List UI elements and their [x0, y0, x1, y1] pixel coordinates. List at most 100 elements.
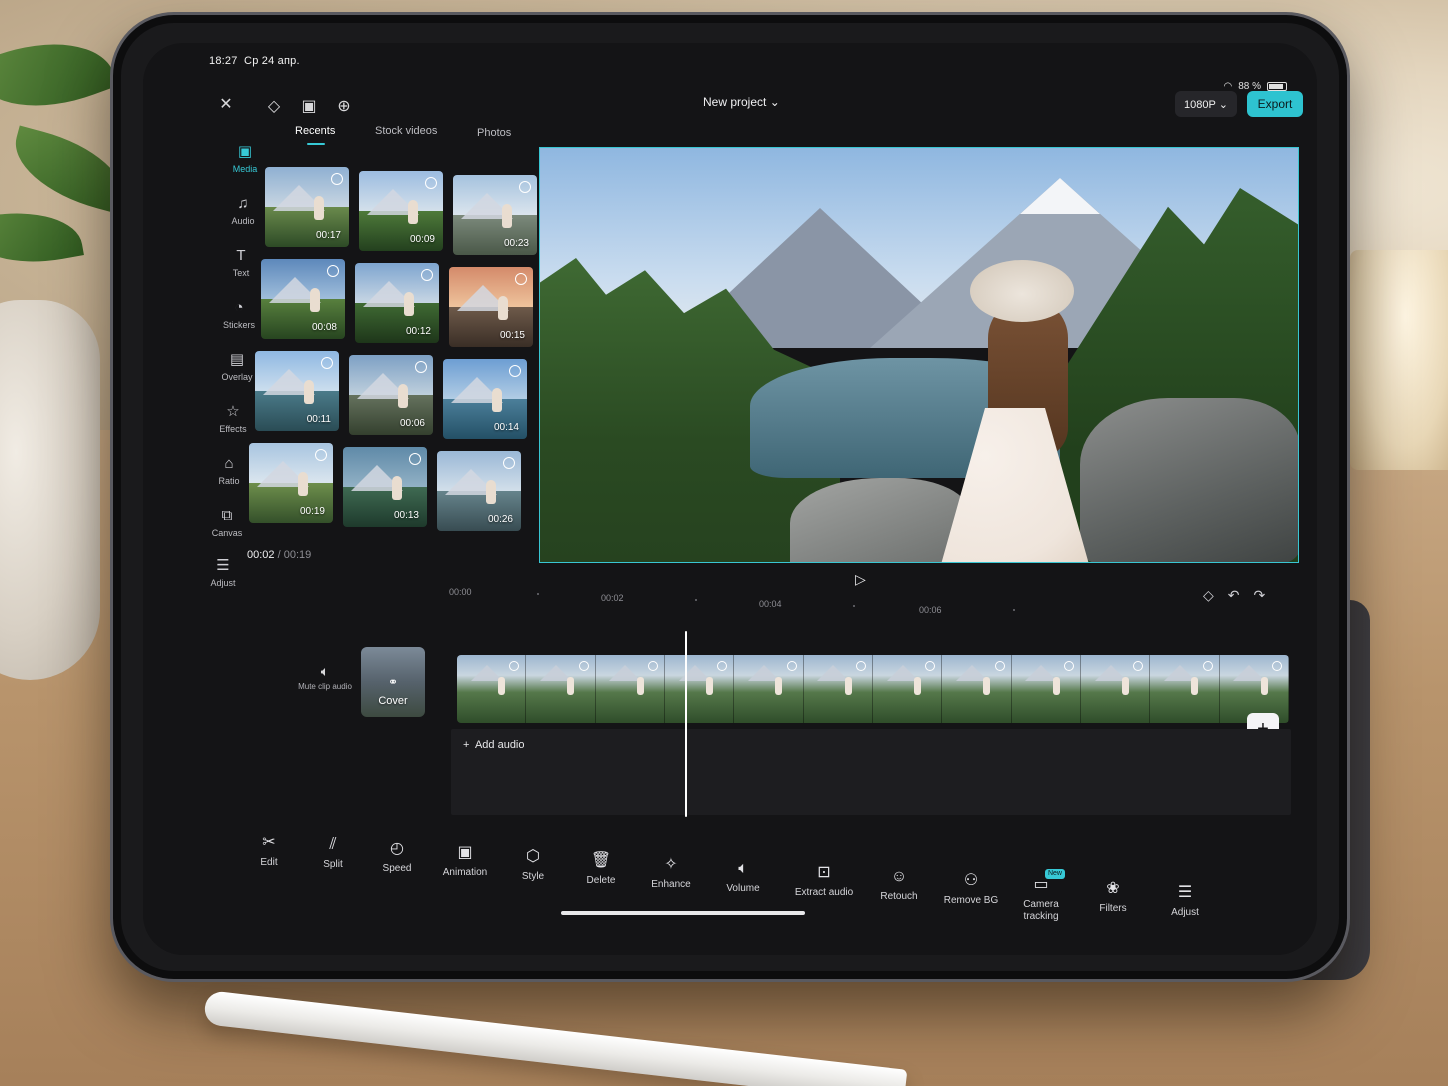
media-thumbnail[interactable]: 00:19 [249, 443, 333, 523]
filters-button[interactable]: ❀ Filters [1077, 879, 1149, 915]
select-circle-icon[interactable] [1202, 661, 1213, 671]
clip-frame[interactable] [734, 655, 804, 723]
media-thumbnail[interactable]: 00:06 [349, 355, 433, 435]
clip-frame[interactable] [1150, 655, 1220, 723]
select-circle-icon[interactable] [855, 661, 866, 671]
clip-duration: 00:23 [503, 238, 529, 249]
media-thumbnail[interactable]: 00:09 [359, 171, 443, 251]
select-circle-icon[interactable] [519, 181, 531, 193]
select-circle-icon[interactable] [994, 661, 1005, 671]
select-circle-icon[interactable] [415, 361, 427, 373]
add-effect-icon[interactable]: ⊕ [333, 95, 355, 117]
delete-button[interactable]: 🗑︎ Delete [565, 851, 637, 887]
tool-label: Adjust [1171, 907, 1199, 918]
clip-frame[interactable] [1011, 655, 1081, 723]
export-button[interactable]: Export [1247, 91, 1303, 117]
clip-frame[interactable] [872, 655, 943, 723]
tablet-device: 18:27 Ср 24 апр. ◠ 88 % ✕ ◇ ▣ ⊕ New proj… [110, 12, 1350, 982]
ruler-tick-label: 00:02 [601, 593, 624, 603]
clock-time: 18:27 [209, 55, 238, 67]
select-circle-icon[interactable] [1271, 661, 1282, 671]
play-icon[interactable]: ▷ [855, 571, 866, 588]
auto-cut-icon[interactable]: ▣ [298, 95, 320, 117]
select-circle-icon[interactable] [409, 453, 421, 465]
select-circle-icon[interactable] [331, 173, 343, 185]
edit-button[interactable]: ✂ Edit [233, 833, 305, 869]
template-icon[interactable]: ◇ [263, 95, 285, 117]
select-circle-icon[interactable] [786, 661, 797, 671]
select-circle-icon[interactable] [717, 661, 728, 671]
select-circle-icon[interactable] [578, 661, 589, 671]
select-circle-icon[interactable] [515, 273, 527, 285]
add-audio-label: Add audio [474, 739, 525, 751]
tab-recents[interactable]: Recents [295, 125, 335, 145]
playhead[interactable] [685, 631, 687, 817]
audio-track[interactable]: + Add audio [451, 729, 1291, 815]
video-track[interactable] [457, 655, 1289, 723]
media-thumbnail[interactable]: 00:12 [355, 263, 439, 343]
scissors-icon: ✂ [262, 834, 276, 851]
select-circle-icon[interactable] [425, 177, 437, 189]
select-circle-icon[interactable] [647, 661, 658, 671]
mute-clip-audio-button[interactable]: 🔈︎ Mute clip audio [297, 663, 353, 691]
select-circle-icon[interactable] [327, 265, 339, 277]
style-icon: ⬡ [526, 848, 540, 865]
ruler-tick-label: 00:00 [449, 587, 472, 597]
remove-bg-button[interactable]: ⚇ Remove BG [935, 871, 1007, 907]
select-circle-icon[interactable] [509, 365, 521, 377]
select-circle-icon[interactable] [925, 661, 936, 671]
link-icon: ⚭ [387, 675, 399, 689]
tab-stock-videos[interactable]: Stock videos [375, 125, 437, 137]
clip-duration: 00:17 [315, 230, 341, 241]
select-circle-icon[interactable] [1133, 661, 1144, 671]
sidebar-item-adjust[interactable]: ☰ Adjust [191, 557, 255, 601]
video-preview[interactable] [539, 147, 1299, 563]
clip-duration: 00:26 [487, 514, 513, 525]
media-thumbnail[interactable]: 00:11 [255, 351, 339, 431]
tab-photos[interactable]: Photos [477, 127, 511, 139]
select-circle-icon[interactable] [421, 269, 433, 281]
media-thumbnail[interactable]: 00:15 [449, 267, 533, 347]
media-thumbnail[interactable]: 00:08 [261, 259, 345, 339]
media-thumbnail[interactable]: 00:14 [443, 359, 527, 439]
retouch-button[interactable]: ☺ Retouch [863, 867, 935, 903]
resolution-button[interactable]: 1080P ⌄ [1175, 91, 1237, 117]
adjust-button[interactable]: ☰ Adjust [1149, 883, 1221, 919]
tool-label: Volume [726, 883, 760, 894]
media-thumbnail[interactable]: 00:23 [453, 175, 537, 255]
project-title[interactable]: New project ⌄ [703, 95, 780, 109]
clip-frame[interactable] [942, 655, 1012, 723]
redo-icon[interactable]: ↷ [1254, 587, 1266, 604]
cover-button[interactable]: ⚭ Cover [361, 647, 425, 717]
capcut-logo-icon[interactable]: ✕ [215, 93, 237, 115]
camera-tracking-button[interactable]: ▭ New Camera tracking [1005, 869, 1077, 923]
volume-button[interactable]: 🔈︎ Volume [707, 859, 779, 895]
keyframe-icon[interactable]: ◇ [1203, 587, 1214, 604]
select-circle-icon[interactable] [1063, 661, 1074, 671]
extract-audio-button[interactable]: ⊡ Extract audio [779, 863, 869, 899]
add-audio-button[interactable]: + Add audio [463, 739, 525, 751]
animation-button[interactable]: ▣ Animation [429, 843, 501, 879]
enhance-button[interactable]: ✧ Enhance [635, 855, 707, 891]
split-button[interactable]: ⫽ Split [297, 835, 369, 871]
select-circle-icon[interactable] [321, 357, 333, 369]
home-indicator[interactable] [561, 911, 805, 915]
select-circle-icon[interactable] [503, 457, 515, 469]
clip-frame[interactable] [595, 655, 665, 723]
clip-frame[interactable] [457, 655, 527, 723]
tool-label: Animation [442, 867, 488, 878]
clip-frame[interactable] [803, 655, 873, 723]
clip-frame[interactable] [526, 655, 596, 723]
media-thumbnail[interactable]: 00:13 [343, 447, 427, 527]
speed-button[interactable]: ◴ Speed [361, 839, 433, 875]
media-thumbnail[interactable]: 00:17 [265, 167, 349, 247]
style-button[interactable]: ⬡ Style [497, 847, 569, 883]
select-circle-icon[interactable] [509, 661, 520, 671]
clip-frame[interactable] [664, 655, 735, 723]
undo-icon[interactable]: ↶ [1228, 587, 1240, 604]
media-thumbnail[interactable]: 00:26 [437, 451, 521, 531]
select-circle-icon[interactable] [315, 449, 327, 461]
clip-duration: 00:11 [306, 414, 331, 425]
clip-frame[interactable] [1080, 655, 1151, 723]
tool-label: Enhance [651, 879, 691, 890]
